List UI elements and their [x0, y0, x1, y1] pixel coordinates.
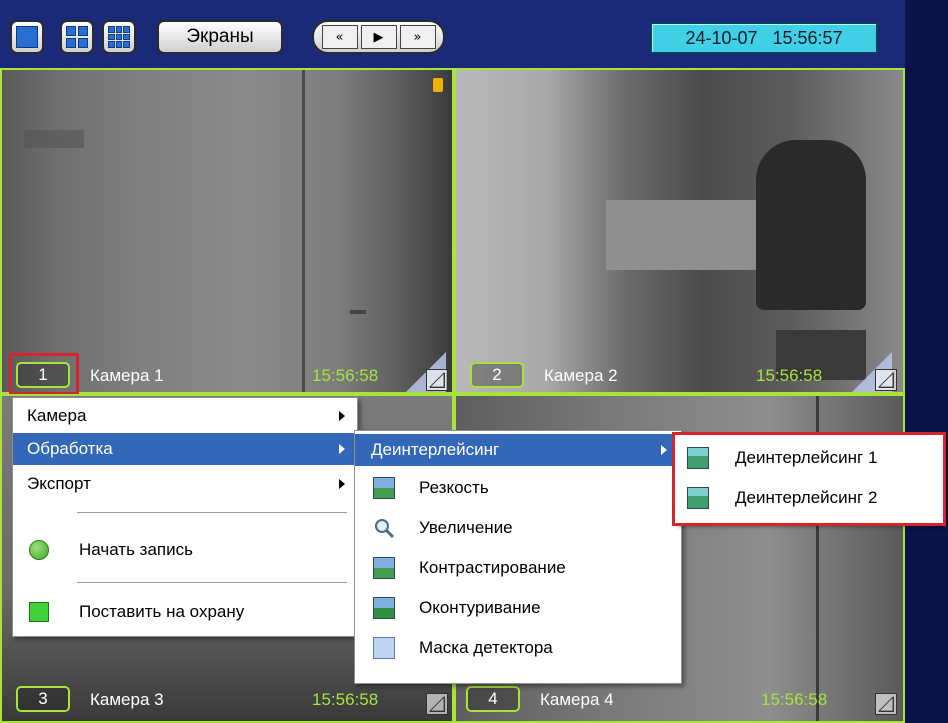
menu-item-label: Начать запись — [79, 540, 193, 559]
camera-number-badge: 3 — [16, 686, 70, 712]
submenu-arrow-icon — [339, 479, 345, 489]
processing-submenu: Деинтерлейсинг Резкость Увеличение Контр… — [354, 430, 682, 684]
resize-corner-icon[interactable] — [426, 693, 448, 715]
menu-separator — [77, 582, 347, 583]
play-button[interactable]: ▶ — [360, 25, 397, 49]
sound-icon — [433, 78, 443, 92]
menu-item-sharpness[interactable]: Резкость — [355, 471, 681, 505]
menu-item-contrast[interactable]: Контрастирование — [355, 551, 681, 585]
play-icon: ▶ — [373, 29, 384, 45]
previous-button[interactable]: « — [321, 25, 358, 49]
camera-view-2[interactable]: 2 Камера 2 15:56:58 — [454, 68, 905, 394]
fast-forward-icon: » — [413, 29, 422, 45]
menu-item-label: Деинтерлейсинг — [371, 440, 500, 459]
contour-icon — [373, 597, 395, 619]
magnifier-icon — [373, 517, 395, 539]
submenu-arrow-icon — [661, 445, 667, 455]
camera-number-badge: 4 — [466, 686, 520, 712]
menu-item-label: Маска детектора — [419, 638, 553, 657]
menu-item-label: Камера — [27, 406, 87, 425]
layout-single-icon — [16, 26, 38, 48]
next-button[interactable]: » — [399, 25, 436, 49]
menu-item-camera[interactable]: Камера — [13, 401, 357, 431]
menu-item-label: Контрастирование — [419, 558, 566, 577]
toolbar: Экраны « ▶ » 24-10-07 15:56:57 — [0, 0, 905, 68]
playback-controls: « ▶ » — [312, 20, 445, 54]
camera-time-label: 15:56:58 — [756, 366, 823, 385]
camera-name-label: Камера 4 — [540, 690, 614, 709]
resize-corner-icon[interactable] — [426, 369, 448, 391]
datetime-display: 24-10-07 15:56:57 — [650, 22, 878, 54]
menu-item-label: Обработка — [27, 439, 113, 458]
submenu-arrow-icon — [339, 444, 345, 454]
camera-context-menu: Камера Обработка Экспорт Начать запись П… — [12, 397, 358, 637]
submenu-arrow-icon — [339, 411, 345, 421]
arm-icon — [29, 602, 49, 622]
camera-name-label: Камера 2 — [544, 366, 618, 385]
screens-button[interactable]: Экраны — [157, 20, 283, 54]
video-surveillance-window: Экраны « ▶ » 24-10-07 15:56:57 1 Камера … — [0, 0, 948, 723]
menu-item-label: Увеличение — [419, 518, 513, 537]
detector-mask-icon — [373, 637, 395, 659]
menu-item-label: Оконтуривание — [419, 598, 541, 617]
menu-item-contour[interactable]: Оконтуривание — [355, 591, 681, 625]
resize-corner-icon[interactable] — [875, 693, 897, 715]
sharpness-icon — [373, 477, 395, 499]
layout-3x3-button[interactable] — [102, 20, 136, 54]
camera-2-image — [456, 70, 903, 392]
menu-item-arm[interactable]: Поставить на охрану — [13, 594, 357, 630]
camera-time-label: 15:56:58 — [761, 690, 828, 709]
menu-item-label: Экспорт — [27, 474, 91, 493]
menu-separator — [77, 512, 347, 513]
camera-name-label: Камера 1 — [90, 366, 164, 385]
rewind-icon: « — [335, 29, 344, 45]
camera-view-1[interactable]: 1 Камера 1 15:56:58 — [0, 68, 454, 394]
camera-time-label: 15:56:58 — [312, 690, 379, 709]
camera-1-number-highlight — [9, 353, 79, 395]
menu-item-export[interactable]: Экспорт — [13, 469, 357, 499]
menu-item-processing[interactable]: Обработка — [13, 433, 357, 465]
deinterlacing-highlight — [672, 432, 946, 526]
side-panel — [905, 0, 948, 723]
contrast-icon — [373, 557, 395, 579]
layout-1x1-button[interactable] — [10, 20, 44, 54]
layout-grid-9-icon — [108, 26, 130, 48]
resize-corner-icon[interactable] — [875, 369, 897, 391]
camera-number-badge: 2 — [470, 362, 524, 388]
menu-item-start-recording[interactable]: Начать запись — [13, 532, 357, 568]
camera-name-label: Камера 3 — [90, 690, 164, 709]
layout-2x2-button[interactable] — [60, 20, 94, 54]
menu-item-detector-mask[interactable]: Маска детектора — [355, 631, 681, 665]
menu-item-zoom[interactable]: Увеличение — [355, 511, 681, 545]
menu-item-label: Поставить на охрану — [79, 602, 245, 621]
camera-time-label: 15:56:58 — [312, 366, 379, 385]
menu-item-deinterlacing[interactable]: Деинтерлейсинг — [355, 434, 681, 466]
layout-grid-4-icon — [66, 26, 88, 48]
menu-item-label: Резкость — [419, 478, 489, 497]
record-icon — [29, 540, 49, 560]
camera-1-image — [2, 70, 452, 392]
